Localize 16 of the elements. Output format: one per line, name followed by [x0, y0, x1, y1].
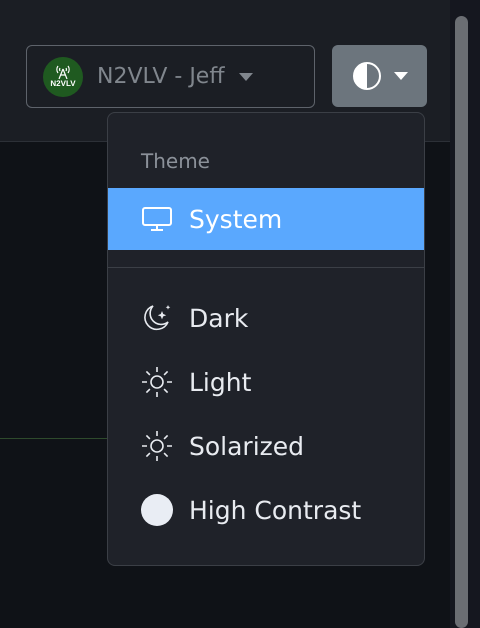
circle-icon: [140, 494, 172, 526]
theme-toggle-button[interactable]: [332, 45, 427, 107]
scrollbar-thumb[interactable]: [454, 16, 468, 628]
theme-option[interactable]: Light: [108, 350, 424, 414]
caret-icon: [238, 72, 252, 80]
menu-header: Theme: [140, 148, 211, 175]
avatar-logo: N2VLV: [43, 56, 83, 96]
monitor-icon: [140, 205, 172, 233]
sun-icon: [140, 366, 172, 398]
theme-option[interactable]: Solarized: [108, 414, 424, 478]
sun-icon: [140, 430, 172, 462]
user-menu-button[interactable]: N2VLV N2VLV - Jeff: [26, 45, 315, 108]
theme-option[interactable]: Dark: [108, 286, 424, 350]
theme-option[interactable]: High Contrast: [108, 478, 424, 542]
caret-icon: [394, 72, 408, 80]
contrast-icon: [352, 61, 382, 91]
